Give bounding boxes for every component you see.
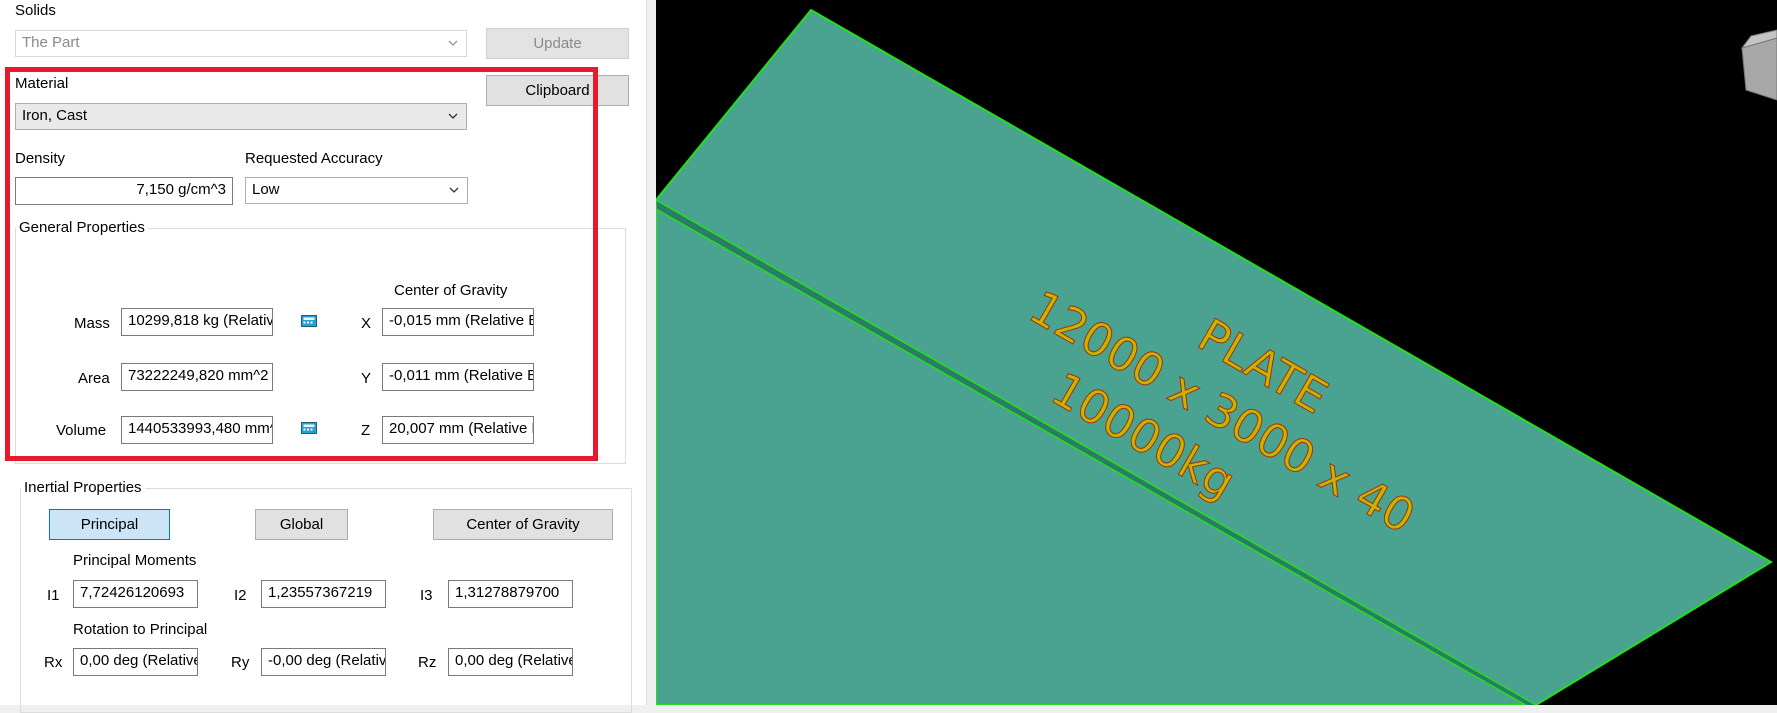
area-field[interactable]: 73222249,820 mm^2 [121, 363, 273, 391]
density-label: Density [15, 150, 66, 167]
plate-model[interactable]: PLATE 12000 x 3000 x 40 10000kg [656, 0, 1777, 705]
z-label: Z [361, 422, 371, 439]
material-selected: Iron, Cast [22, 107, 88, 124]
cog-title: Center of Gravity [394, 282, 508, 299]
material-label: Material [15, 75, 69, 92]
rz-label: Rz [418, 654, 437, 671]
tab-global[interactable]: Global [255, 509, 348, 540]
calculator-icon[interactable] [301, 422, 317, 434]
principal-moments-label: Principal Moments [73, 552, 197, 569]
mass-field[interactable]: 10299,818 kg (Relative Error) [121, 308, 273, 336]
chevron-down-icon [448, 113, 458, 119]
density-field[interactable]: 7,150 g/cm^3 [15, 177, 233, 205]
volume-label: Volume [56, 422, 107, 439]
material-dropdown[interactable]: Iron, Cast [15, 103, 467, 130]
inertial-properties-title: Inertial Properties [21, 479, 145, 496]
i3-field[interactable]: 1,31278879700 [448, 580, 573, 608]
view-cube-icon[interactable] [1740, 29, 1777, 101]
general-properties-title: General Properties [16, 219, 148, 236]
rz-field[interactable]: 0,00 deg (Relative Error) [448, 648, 573, 676]
ry-label: Ry [231, 654, 250, 671]
x-label: X [361, 315, 372, 332]
solids-label: Solids [15, 2, 56, 19]
rx-label: Rx [44, 654, 63, 671]
update-button[interactable]: Update [486, 28, 629, 59]
accuracy-selected: Low [252, 181, 280, 198]
accuracy-dropdown[interactable]: Low [245, 177, 468, 204]
tab-principal[interactable]: Principal [49, 509, 170, 540]
cog-z-field[interactable]: 20,007 mm (Relative Error) [382, 416, 534, 444]
mass-label: Mass [74, 315, 110, 332]
rx-field[interactable]: 0,00 deg (Relative Error) [73, 648, 198, 676]
clipboard-button[interactable]: Clipboard [486, 75, 629, 106]
area-label: Area [78, 370, 110, 387]
chevron-down-icon [448, 40, 458, 46]
rotation-label: Rotation to Principal [73, 621, 208, 638]
i1-label: I1 [47, 587, 60, 604]
mass-properties-panel: Solids The Part Update Clipboard Materia… [0, 0, 656, 713]
tab-center-of-gravity[interactable]: Center of Gravity [433, 509, 613, 540]
accuracy-label: Requested Accuracy [245, 150, 383, 167]
solids-dropdown[interactable]: The Part [15, 30, 467, 57]
general-properties-group [15, 228, 626, 464]
cog-x-field[interactable]: -0,015 mm (Relative Error) [382, 308, 534, 336]
i1-field[interactable]: 7,72426120693 [73, 580, 198, 608]
i3-label: I3 [420, 587, 433, 604]
i2-field[interactable]: 1,23557367219 [261, 580, 386, 608]
cog-y-field[interactable]: -0,011 mm (Relative Error) [382, 363, 534, 391]
i2-label: I2 [234, 587, 247, 604]
chevron-down-icon [449, 187, 459, 193]
y-label: Y [361, 370, 372, 387]
calculator-icon[interactable] [301, 315, 317, 327]
ry-field[interactable]: -0,00 deg (Relative Error) [261, 648, 386, 676]
solids-selected: The Part [22, 34, 80, 51]
3d-viewport[interactable]: PLATE 12000 x 3000 x 40 10000kg [656, 0, 1777, 705]
volume-field[interactable]: 1440533993,480 mm^3 [121, 416, 273, 444]
